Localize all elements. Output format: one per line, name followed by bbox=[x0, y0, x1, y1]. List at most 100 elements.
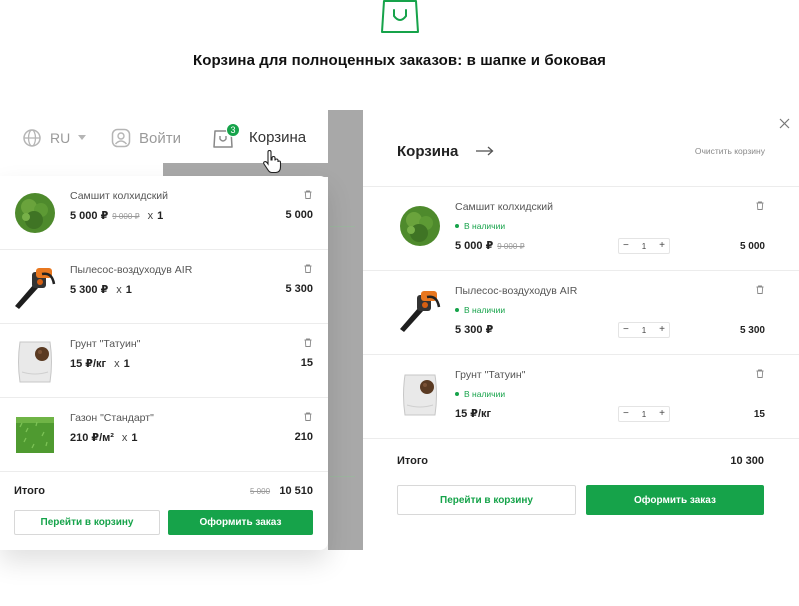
decrement-button[interactable]: − bbox=[623, 325, 629, 335]
stock-label: В наличии bbox=[464, 389, 506, 399]
product-price: 5 300 ₽ bbox=[70, 284, 109, 296]
cart-count-badge: 3 bbox=[226, 123, 240, 137]
side-total: 10 300 bbox=[730, 455, 764, 467]
price-line: 5 000 ₽ 9 000 ₽ x 1 bbox=[70, 209, 163, 222]
product-name[interactable]: Грунт "Татуин" bbox=[70, 338, 140, 350]
arrow-right-icon[interactable] bbox=[476, 146, 494, 156]
page-overlay-strip bbox=[163, 163, 328, 177]
price-line: 15 ₽/кг bbox=[455, 407, 491, 420]
product-qty: 1 bbox=[131, 432, 138, 444]
login-link[interactable]: Войти bbox=[111, 128, 181, 148]
item-total: 5 000 bbox=[285, 209, 313, 221]
cart-icon-wrap: 3 bbox=[213, 123, 240, 150]
cart-list-item: Газон "Стандарт" 210 ₽/м² x 1 210 bbox=[0, 398, 328, 472]
product-qty: 1 bbox=[157, 210, 164, 222]
hand-pointer-icon bbox=[263, 150, 282, 174]
product-price: 15 ₽/кг bbox=[455, 408, 492, 420]
stock-label: В наличии bbox=[464, 305, 506, 315]
price-line: 15 ₽/кг x 1 bbox=[70, 357, 130, 370]
qty-multiplier: x bbox=[121, 432, 128, 444]
overlay-line bbox=[330, 226, 355, 227]
product-price: 5 000 ₽ bbox=[70, 210, 109, 222]
item-total: 5 300 bbox=[739, 325, 765, 336]
item-total: 5 000 bbox=[739, 241, 765, 252]
quantity-value[interactable]: 1 bbox=[642, 326, 646, 335]
product-name[interactable]: Грунт "Татуин" bbox=[455, 369, 525, 381]
page-overlay bbox=[328, 110, 363, 550]
language-label: RU bbox=[50, 130, 71, 146]
stock-status: В наличии bbox=[455, 389, 505, 399]
price-line: 5 300 ₽ x 1 bbox=[70, 283, 132, 296]
quantity-stepper: − 1 + bbox=[618, 406, 670, 422]
product-qty: 1 bbox=[123, 358, 130, 370]
product-price: 5 300 ₽ bbox=[455, 324, 494, 336]
side-cart-item: Пылесос-воздуходув AIR В наличии 5 300 ₽… bbox=[363, 271, 799, 355]
go-to-cart-button[interactable]: Перейти в корзину bbox=[397, 485, 576, 515]
globe-icon bbox=[23, 129, 41, 147]
cart-list-item: Грунт "Татуин" 15 ₽/кг x 1 15 bbox=[0, 324, 328, 398]
go-to-cart-button[interactable]: Перейти в корзину bbox=[14, 510, 160, 535]
product-name[interactable]: Газон "Стандарт" bbox=[70, 412, 154, 424]
checkout-button[interactable]: Оформить заказ bbox=[586, 485, 764, 515]
quantity-stepper: − 1 + bbox=[618, 238, 670, 254]
cart-label: Корзина bbox=[249, 128, 307, 146]
soil-bag-image bbox=[18, 341, 52, 383]
side-total-label: Итого bbox=[397, 455, 429, 467]
leaf-blower-image bbox=[400, 291, 441, 332]
boxwood-image bbox=[15, 193, 55, 233]
trash-icon[interactable] bbox=[304, 412, 312, 421]
decrement-button[interactable]: − bbox=[623, 241, 629, 251]
close-icon[interactable] bbox=[779, 118, 790, 129]
user-icon bbox=[111, 128, 131, 148]
stock-label: В наличии bbox=[464, 221, 506, 231]
chevron-down-icon bbox=[78, 135, 87, 140]
price-line: 210 ₽/м² x 1 bbox=[70, 431, 138, 444]
trash-icon[interactable] bbox=[756, 201, 764, 210]
product-old-price: 9 000 ₽ bbox=[497, 242, 525, 251]
quantity-value[interactable]: 1 bbox=[642, 410, 646, 419]
status-dot bbox=[455, 308, 459, 312]
side-cart-item: Самшит колхидский В наличии 5 000 ₽ 9 00… bbox=[363, 187, 799, 271]
item-total: 15 bbox=[753, 409, 765, 420]
increment-button[interactable]: + bbox=[659, 409, 665, 419]
decrement-button[interactable]: − bbox=[623, 409, 629, 419]
product-qty: 1 bbox=[125, 284, 132, 296]
leaf-blower-image bbox=[15, 268, 56, 309]
increment-button[interactable]: + bbox=[659, 325, 665, 335]
header-cart-button[interactable]: 3 Корзина bbox=[213, 123, 307, 150]
page-heading: Корзина для полноценных заказов: в шапке… bbox=[192, 52, 607, 69]
side-cart-item: Грунт "Татуин" В наличии 15 ₽/кг − 1 + 1… bbox=[363, 355, 799, 439]
boxwood-image bbox=[400, 206, 440, 246]
trash-icon[interactable] bbox=[756, 285, 764, 294]
trash-icon[interactable] bbox=[304, 338, 312, 347]
product-name[interactable]: Пылесос-воздуходув AIR bbox=[455, 285, 577, 297]
product-old-price: 9 000 ₽ bbox=[112, 212, 140, 221]
checkout-button[interactable]: Оформить заказ bbox=[168, 510, 313, 535]
product-name[interactable]: Самшит колхидский bbox=[70, 190, 168, 202]
login-label: Войти bbox=[139, 129, 181, 147]
price-line: 5 300 ₽ bbox=[455, 323, 493, 336]
item-total: 5 300 bbox=[285, 283, 313, 295]
qty-multiplier: x bbox=[114, 358, 120, 370]
product-name[interactable]: Пылесос-воздуходув AIR bbox=[70, 264, 192, 276]
trash-icon[interactable] bbox=[756, 369, 764, 378]
trash-icon[interactable] bbox=[304, 190, 312, 199]
product-name[interactable]: Самшит колхидский bbox=[455, 201, 553, 213]
trash-icon[interactable] bbox=[304, 264, 312, 273]
product-price: 210 ₽/м² bbox=[70, 432, 114, 444]
lawn-image bbox=[16, 417, 54, 453]
side-cart-title: Корзина bbox=[397, 143, 459, 160]
price-line: 5 000 ₽ 9 000 ₽ bbox=[455, 239, 525, 252]
language-selector[interactable]: RU bbox=[22, 128, 87, 148]
clear-cart-link[interactable]: Очистить корзину bbox=[695, 146, 765, 156]
cart-list-item: Пылесос-воздуходув AIR 5 300 ₽ x 1 5 300 bbox=[0, 250, 328, 324]
shopping-bag-icon bbox=[381, 0, 419, 33]
stock-status: В наличии bbox=[455, 221, 505, 231]
dropdown-total: 10 510 bbox=[279, 485, 313, 497]
quantity-value[interactable]: 1 bbox=[642, 242, 646, 251]
dropdown-total-old: 5 000 bbox=[250, 487, 271, 496]
qty-multiplier: x bbox=[147, 210, 154, 222]
product-price: 15 ₽/кг bbox=[70, 358, 107, 370]
item-total: 210 bbox=[294, 431, 313, 443]
increment-button[interactable]: + bbox=[659, 241, 665, 251]
